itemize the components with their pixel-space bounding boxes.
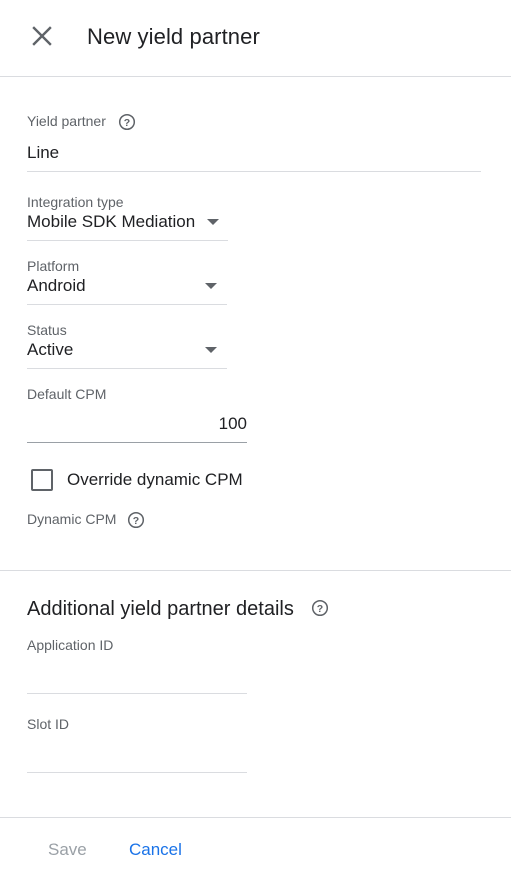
platform-label: Platform <box>27 258 80 274</box>
integration-type-select[interactable]: Mobile SDK Mediation <box>27 210 228 241</box>
status-select[interactable]: Active <box>27 338 227 369</box>
help-icon[interactable]: ? <box>118 113 136 131</box>
help-icon[interactable]: ? <box>311 599 329 617</box>
cancel-button[interactable]: Cancel <box>129 840 182 860</box>
platform-select[interactable]: Android <box>27 274 227 305</box>
close-button[interactable] <box>28 22 56 50</box>
integration-type-underline <box>27 240 228 241</box>
application-id-underline <box>27 693 247 694</box>
yield-partner-label: Yield partner <box>27 113 106 129</box>
section-divider <box>0 570 511 571</box>
close-icon <box>32 26 52 46</box>
yield-partner-input[interactable]: Line <box>27 143 59 163</box>
default-cpm-label: Default CPM <box>27 386 107 402</box>
page-title: New yield partner <box>87 24 260 49</box>
override-dynamic-cpm-label[interactable]: Override dynamic CPM <box>67 470 243 490</box>
default-cpm-input[interactable]: 100 <box>27 410 247 442</box>
application-id-input[interactable] <box>27 660 247 693</box>
chevron-down-icon <box>205 347 217 353</box>
additional-details-title: Additional yield partner details <box>27 598 294 620</box>
platform-value: Android <box>27 276 86 295</box>
integration-type-value: Mobile SDK Mediation <box>27 212 196 231</box>
yield-partner-underline <box>27 171 481 172</box>
save-button[interactable]: Save <box>48 840 87 860</box>
slot-id-underline <box>27 772 247 773</box>
svg-text:?: ? <box>133 515 139 527</box>
integration-type-label: Integration type <box>27 194 124 210</box>
svg-text:?: ? <box>317 603 323 615</box>
override-dynamic-cpm-checkbox[interactable] <box>31 469 53 491</box>
help-icon[interactable]: ? <box>127 511 145 529</box>
chevron-down-icon <box>207 219 219 225</box>
slot-id-label: Slot ID <box>27 716 70 732</box>
platform-underline <box>27 304 227 305</box>
status-label: Status <box>27 322 67 338</box>
chevron-down-icon <box>205 283 217 289</box>
default-cpm-value: 100 <box>218 414 247 433</box>
svg-text:?: ? <box>124 117 130 129</box>
application-id-label: Application ID <box>27 637 114 653</box>
status-value: Active <box>27 340 74 359</box>
default-cpm-underline <box>27 442 247 443</box>
dialog-header: New yield partner <box>0 0 511 77</box>
slot-id-input[interactable] <box>27 739 247 772</box>
dynamic-cpm-label: Dynamic CPM <box>27 511 117 527</box>
status-underline <box>27 368 227 369</box>
